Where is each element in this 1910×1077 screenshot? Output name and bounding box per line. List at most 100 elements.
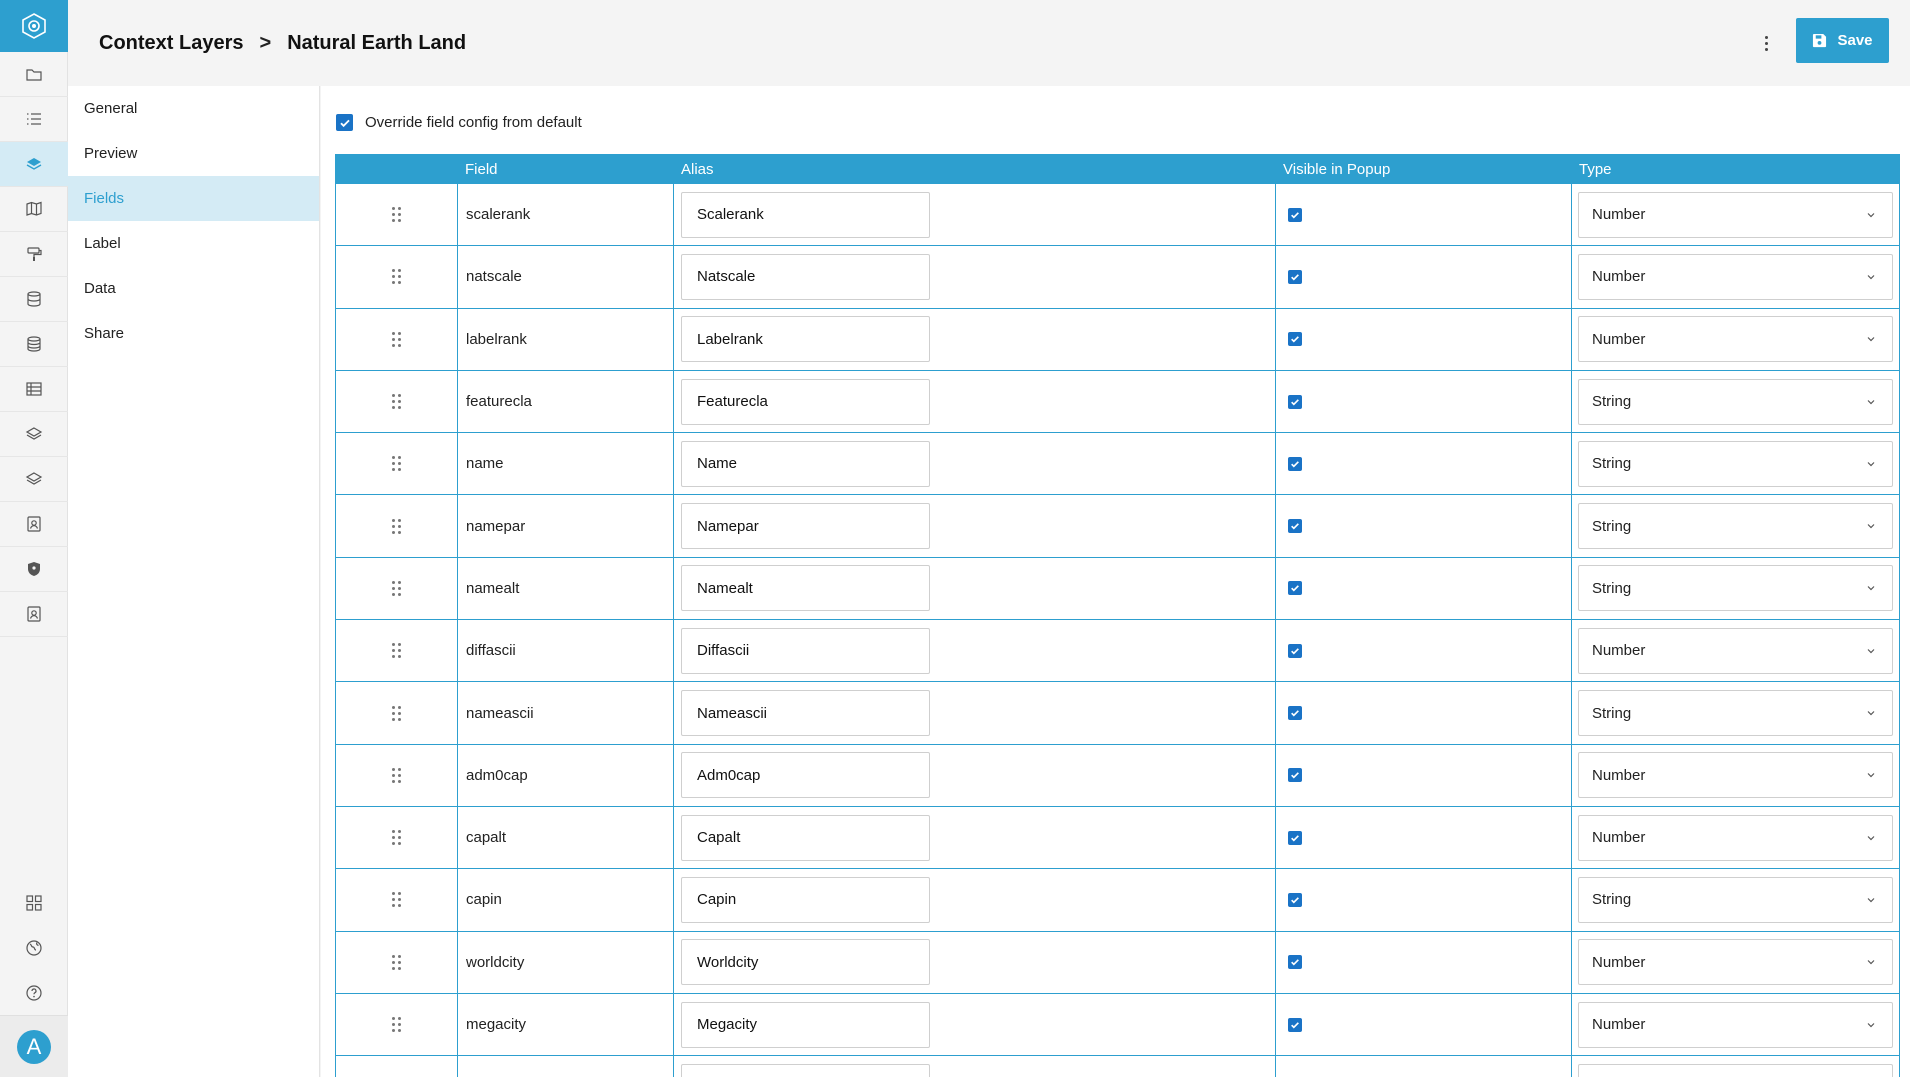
drag-handle-icon[interactable] xyxy=(392,207,401,223)
type-select[interactable]: Number xyxy=(1578,627,1893,674)
rail-database-stack-button[interactable] xyxy=(0,322,68,367)
alias-input[interactable] xyxy=(681,565,930,612)
drag-handle-icon[interactable] xyxy=(392,643,401,659)
alias-input[interactable] xyxy=(681,876,930,923)
save-button[interactable]: Save xyxy=(1796,18,1889,63)
visible-in-popup-checkbox[interactable] xyxy=(1288,1017,1302,1032)
help-icon xyxy=(26,984,42,1001)
chevron-down-icon xyxy=(1867,960,1875,965)
type-cell: Number xyxy=(1572,309,1899,370)
subnav-item-fields[interactable]: Fields xyxy=(68,176,319,221)
drag-handle-icon[interactable] xyxy=(392,830,401,846)
drag-handle-icon[interactable] xyxy=(392,456,401,472)
visible-in-popup-checkbox[interactable] xyxy=(1288,581,1302,596)
type-select[interactable]: String xyxy=(1578,378,1893,425)
drag-handle-icon[interactable] xyxy=(392,394,401,410)
rail-layers-outline-button[interactable] xyxy=(0,457,68,502)
alias-input[interactable] xyxy=(681,253,930,300)
visible-in-popup-checkbox[interactable] xyxy=(1288,892,1302,907)
visible-in-popup-checkbox[interactable] xyxy=(1288,706,1302,721)
rail-layers-button[interactable] xyxy=(0,142,68,187)
type-select[interactable]: Number xyxy=(1578,1001,1893,1048)
alias-input[interactable] xyxy=(681,378,930,425)
override-field-config[interactable]: Override field config from default xyxy=(336,114,582,131)
drag-handle-icon[interactable] xyxy=(392,892,401,908)
type-select[interactable]: String xyxy=(1578,690,1893,737)
visible-in-popup-checkbox[interactable] xyxy=(1288,643,1302,658)
alias-input[interactable] xyxy=(681,939,930,986)
rail-database-button[interactable] xyxy=(0,277,68,322)
alias-input[interactable] xyxy=(681,1001,930,1048)
table-row: scalerank Number xyxy=(335,184,1900,247)
drag-handle-icon[interactable] xyxy=(392,954,401,970)
drag-handle-icon[interactable] xyxy=(392,269,401,285)
subnav-item-general[interactable]: General xyxy=(68,86,319,131)
visible-in-popup-checkbox[interactable] xyxy=(1288,830,1302,845)
visible-in-popup-checkbox[interactable] xyxy=(1288,955,1302,970)
breadcrumb-parent[interactable]: Context Layers xyxy=(99,32,244,55)
alias-input[interactable] xyxy=(681,690,930,737)
rail-shield-button[interactable] xyxy=(0,547,68,592)
visible-in-popup-checkbox[interactable] xyxy=(1288,456,1302,471)
field-name: name xyxy=(458,433,674,495)
drag-cell xyxy=(336,433,458,495)
app-logo[interactable] xyxy=(0,0,68,52)
drag-handle-icon[interactable] xyxy=(392,767,401,783)
drag-handle-icon[interactable] xyxy=(392,518,401,534)
override-checkbox[interactable] xyxy=(336,114,353,131)
rail-grid-button[interactable] xyxy=(0,880,68,925)
alias-input[interactable] xyxy=(681,440,930,487)
type-select[interactable]: String xyxy=(1578,440,1893,487)
visible-in-popup-checkbox[interactable] xyxy=(1288,519,1302,534)
avatar[interactable]: A xyxy=(17,1029,51,1064)
type-select[interactable]: Number xyxy=(1578,939,1893,986)
field-name: megacity xyxy=(458,993,674,1056)
visible-in-popup-checkbox[interactable] xyxy=(1288,332,1302,347)
drag-handle-icon[interactable] xyxy=(392,705,401,721)
alias-cell xyxy=(674,433,1276,495)
subnav-item-share[interactable]: Share xyxy=(68,311,319,356)
rail-folder-button[interactable] xyxy=(0,52,68,97)
alias-input[interactable] xyxy=(681,627,930,674)
alias-input[interactable] xyxy=(681,503,930,550)
type-select-value: String xyxy=(1592,393,1632,411)
visible-in-popup-checkbox[interactable] xyxy=(1288,768,1302,783)
alias-input[interactable] xyxy=(681,1063,930,1077)
rail-user-card-button[interactable] xyxy=(0,502,68,547)
type-select[interactable] xyxy=(1578,1063,1893,1077)
subnav-item-data[interactable]: Data xyxy=(68,266,319,311)
alias-cell xyxy=(674,246,1276,308)
rail-layers-outline-button[interactable] xyxy=(0,412,68,457)
type-select[interactable]: Number xyxy=(1578,253,1893,300)
type-select[interactable]: String xyxy=(1578,503,1893,550)
drag-handle-icon[interactable] xyxy=(392,331,401,347)
rail-map-button[interactable] xyxy=(0,187,68,232)
drag-cell xyxy=(336,869,458,931)
rail-paint-roller-button[interactable] xyxy=(0,232,68,277)
rail-globe-button[interactable] xyxy=(0,925,68,970)
subnav-item-preview[interactable]: Preview xyxy=(68,131,319,176)
alias-input[interactable] xyxy=(681,316,930,363)
visible-in-popup-checkbox[interactable] xyxy=(1288,394,1302,409)
type-select[interactable]: String xyxy=(1578,565,1893,612)
type-select[interactable]: Number xyxy=(1578,316,1893,363)
header-alias: Alias xyxy=(681,160,714,178)
rail-help-button[interactable] xyxy=(0,970,68,1015)
rail-user-card-button[interactable] xyxy=(0,592,68,637)
alias-input[interactable] xyxy=(681,814,930,861)
visible-cell xyxy=(1276,370,1572,433)
rail-list-button[interactable] xyxy=(0,97,68,142)
visible-in-popup-checkbox[interactable] xyxy=(1288,269,1302,284)
alias-input[interactable] xyxy=(681,191,930,238)
visible-in-popup-checkbox[interactable] xyxy=(1288,207,1302,222)
type-select[interactable]: String xyxy=(1578,876,1893,923)
type-select[interactable]: Number xyxy=(1578,191,1893,238)
rail-table-button[interactable] xyxy=(0,367,68,412)
drag-handle-icon[interactable] xyxy=(392,580,401,596)
alias-input[interactable] xyxy=(681,752,930,799)
more-options-icon[interactable] xyxy=(1756,33,1776,53)
type-select[interactable]: Number xyxy=(1578,752,1893,799)
drag-handle-icon[interactable] xyxy=(392,1017,401,1032)
subnav-item-label[interactable]: Label xyxy=(68,221,319,266)
type-select[interactable]: Number xyxy=(1578,814,1893,861)
